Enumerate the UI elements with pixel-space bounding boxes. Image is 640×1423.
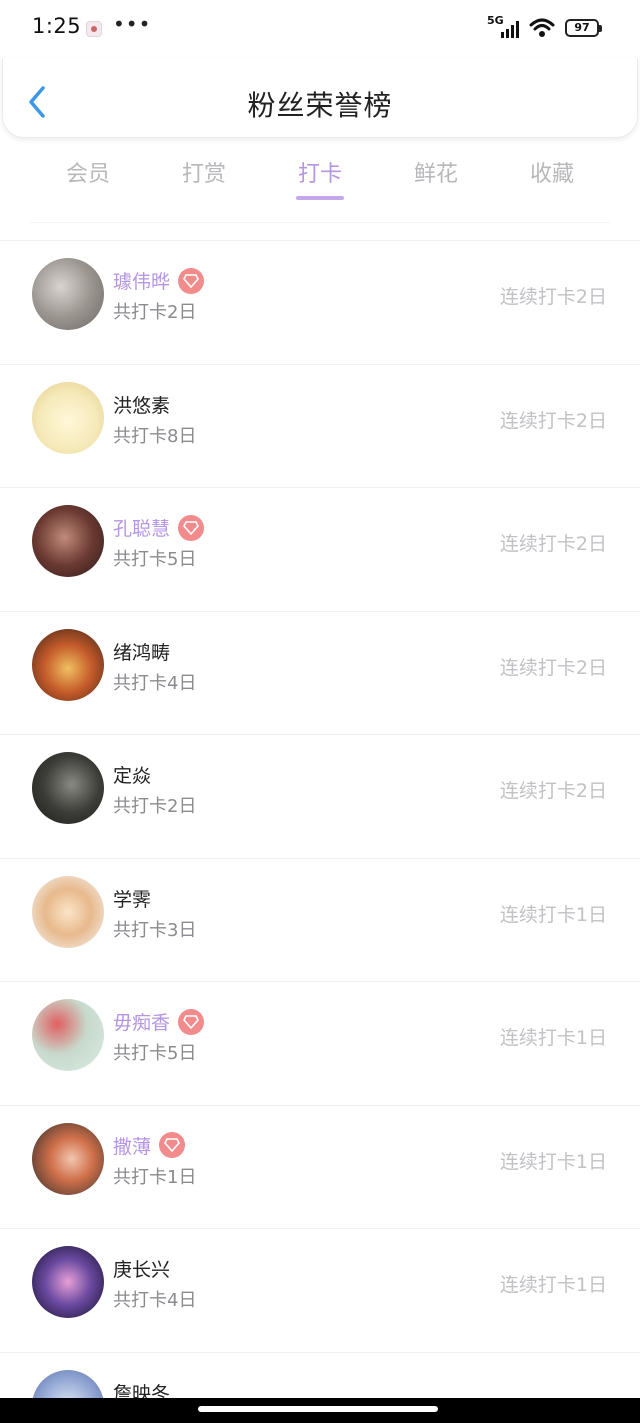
battery-icon: 97 <box>565 19 602 37</box>
more-notifications-icon: ••• <box>113 12 152 36</box>
active-tab-indicator <box>296 196 344 200</box>
fan-name: 璩伟晔 <box>113 271 171 293</box>
tab-label: 打卡 <box>297 162 342 187</box>
fan-name: 撒薄 <box>113 1135 152 1158</box>
divider <box>30 222 610 223</box>
fan-name: 定焱 <box>113 765 152 787</box>
avatar[interactable] <box>32 381 104 454</box>
total-checkin: 共打卡5日 <box>113 1043 197 1064</box>
avatar[interactable] <box>32 999 104 1071</box>
tab-tips[interactable]: 打赏 <box>146 150 262 210</box>
total-checkin: 共打卡2日 <box>113 796 197 817</box>
avatar[interactable] <box>32 1122 104 1195</box>
fan-name: 孔聪慧 <box>113 518 171 540</box>
streak-checkin: 连续打卡2日 <box>499 656 607 679</box>
page-title: 粉丝荣誉榜 <box>247 89 393 122</box>
streak-checkin: 连续打卡2日 <box>499 780 607 802</box>
tab-label: 打赏 <box>181 162 226 187</box>
fan-name: 洪悠素 <box>113 394 171 417</box>
diamond-icon <box>159 1132 186 1158</box>
streak-checkin: 连续打卡1日 <box>499 1150 607 1173</box>
home-indicator[interactable] <box>198 1406 438 1412</box>
total-checkin: 共打卡8日 <box>113 425 197 447</box>
total-checkin: 共打卡1日 <box>113 1166 197 1188</box>
list-item[interactable]: 学霁 共打卡3日 连续打卡1日 <box>0 857 640 982</box>
list-item[interactable]: 璩伟晔 共打卡2日 连续打卡2日 <box>0 240 640 364</box>
diamond-icon <box>178 267 205 294</box>
fan-name: 庚长兴 <box>113 1259 171 1281</box>
list-item[interactable]: 绪鸿畴 共打卡4日 连续打卡2日 <box>0 610 640 735</box>
streak-checkin: 连续打卡1日 <box>499 1027 607 1049</box>
avatar[interactable] <box>32 505 104 577</box>
list-item[interactable]: 洪悠素 共打卡8日 连续打卡2日 <box>0 363 640 488</box>
notification-app-icon <box>86 21 102 37</box>
tab-flowers[interactable]: 鲜花 <box>378 150 494 210</box>
status-time: 1:25 <box>32 14 82 38</box>
total-checkin: 共打卡2日 <box>113 302 197 323</box>
tab-label: 收藏 <box>529 162 574 187</box>
list-item[interactable]: 定焱 共打卡2日 连续打卡2日 <box>0 734 640 858</box>
streak-checkin: 连续打卡2日 <box>499 533 607 555</box>
fan-name: 毋痴香 <box>113 1012 171 1034</box>
battery-level: 97 <box>574 21 590 34</box>
tab-checkin[interactable]: 打卡 <box>262 150 378 210</box>
avatar[interactable] <box>32 752 104 824</box>
total-checkin: 共打卡5日 <box>113 549 197 570</box>
diamond-icon <box>178 514 205 541</box>
tab-members[interactable]: 会员 <box>30 150 146 210</box>
avatar[interactable] <box>32 1246 104 1318</box>
list-item[interactable]: 撒薄 共打卡1日 连续打卡1日 <box>0 1104 640 1229</box>
streak-checkin: 连续打卡1日 <box>499 903 607 926</box>
avatar[interactable] <box>32 628 104 701</box>
fan-name: 绪鸿畴 <box>113 641 171 664</box>
total-checkin: 共打卡4日 <box>113 1290 197 1311</box>
avatar[interactable] <box>32 258 104 330</box>
total-checkin: 共打卡4日 <box>113 672 197 694</box>
status-bar: 1:25 ••• 5G 97 <box>0 0 640 58</box>
fan-list: 璩伟晔 共打卡2日 连续打卡2日 洪悠素 共打卡8日 连续打卡2日 孔聪慧 共打… <box>0 240 640 1423</box>
streak-checkin: 连续打卡2日 <box>499 286 607 308</box>
tab-label: 鲜花 <box>413 162 458 187</box>
list-item[interactable]: 毋痴香 共打卡5日 连续打卡1日 <box>0 981 640 1105</box>
avatar[interactable] <box>32 875 104 948</box>
fan-name: 学霁 <box>113 888 152 911</box>
diamond-icon <box>178 1008 205 1035</box>
tab-bar: 会员 打赏 打卡 鲜花 收藏 <box>30 150 610 210</box>
list-item[interactable]: 庚长兴 共打卡4日 连续打卡1日 <box>0 1228 640 1352</box>
streak-checkin: 连续打卡1日 <box>499 1274 607 1296</box>
total-checkin: 共打卡3日 <box>113 919 197 941</box>
signal-icon <box>501 21 519 38</box>
tab-favorites[interactable]: 收藏 <box>494 150 610 210</box>
list-item[interactable]: 孔聪慧 共打卡5日 连续打卡2日 <box>0 487 640 611</box>
wifi-icon <box>529 18 555 37</box>
streak-checkin: 连续打卡2日 <box>499 409 607 432</box>
tab-label: 会员 <box>65 162 110 187</box>
header-bar: 粉丝荣誉榜 <box>2 58 638 138</box>
